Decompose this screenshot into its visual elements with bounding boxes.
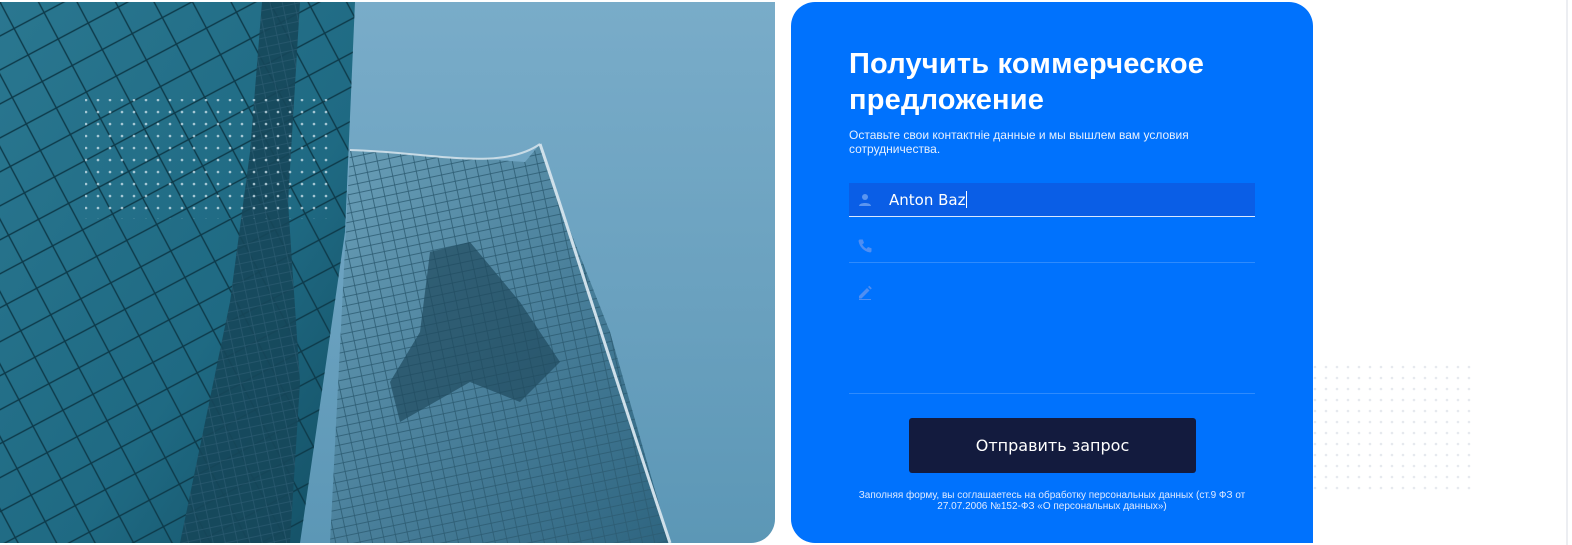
pencil-icon — [859, 285, 872, 300]
form-subtitle: Оставьте свои контактніе данные и мы выш… — [849, 128, 1189, 156]
text-caret — [966, 191, 968, 208]
name-value: Anton Baz — [889, 191, 966, 209]
name-field[interactable]: Anton Baz — [849, 183, 1255, 217]
skyscraper-photo — [0, 2, 775, 543]
submit-button[interactable]: Отправить запрос — [909, 418, 1196, 473]
phone-icon — [858, 239, 872, 253]
form-title: Получить коммерческое предложение — [849, 48, 1205, 116]
consent-text: Заполняя форму, вы соглашаетесь на обраб… — [858, 490, 1246, 512]
user-icon — [859, 194, 871, 206]
commercial-offer-form: Получить коммерческое предложение Оставь… — [791, 2, 1313, 543]
page-edge — [1566, 0, 1568, 545]
dot-pattern-decoration — [1313, 365, 1478, 493]
phone-field[interactable] — [849, 229, 1255, 263]
message-field[interactable] — [849, 275, 1255, 394]
